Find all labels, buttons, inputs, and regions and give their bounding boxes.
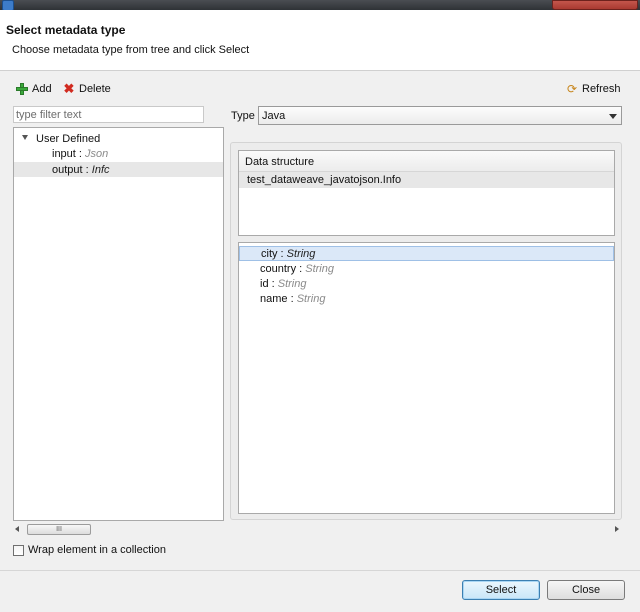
field-row-name[interactable]: name : String [239,292,614,307]
refresh-icon: ⟳ [566,82,578,96]
select-button[interactable]: Select [462,580,540,600]
close-button[interactable]: Close [547,580,625,600]
footer-divider [0,570,640,571]
wrap-collection-option[interactable]: Wrap element in a collection [13,544,166,556]
dialog-title: Select metadata type [6,23,126,37]
tree-node-label: output : Infc [52,163,110,176]
add-label: Add [32,83,52,95]
scroll-right-icon[interactable] [615,526,619,532]
filter-input[interactable] [13,106,204,123]
refresh-label: Refresh [582,83,621,95]
window-close-button[interactable] [552,0,638,10]
add-button[interactable]: Add [16,83,52,95]
type-label: Type [231,110,255,122]
scrollbar-thumb[interactable]: III [27,524,91,535]
plus-icon [16,83,28,95]
chevron-down-icon [609,114,617,119]
wrap-collection-label: Wrap element in a collection [28,544,166,556]
dialog-header: Select metadata type Choose metadata typ… [0,10,640,71]
tree-node-user-defined[interactable]: User Defined [14,131,223,146]
tree-node-label: input : Json [52,147,109,160]
red-x-icon: ✖ [63,81,75,96]
data-structure-row[interactable]: test_dataweave_javatojson.Info [239,172,614,188]
expand-toggle-icon[interactable] [22,135,28,140]
refresh-button[interactable]: ⟳ Refresh [566,83,621,95]
horizontal-scrollbar[interactable]: III [13,522,621,535]
data-structure-header: Data structure [239,151,614,172]
data-structure-table: Data structure test_dataweave_javatojson… [238,150,615,236]
field-row-country[interactable]: country : String [239,262,614,277]
type-dropdown[interactable]: Java [258,106,622,125]
scroll-left-icon[interactable] [15,526,19,532]
field-row-city[interactable]: city : String [239,246,614,261]
window-titlebar [0,0,640,11]
tree-node-output[interactable]: output : Infc [14,162,223,177]
type-dropdown-value: Java [262,110,286,122]
delete-button[interactable]: ✖ Delete [63,81,111,96]
delete-label: Delete [79,83,111,95]
wrap-collection-checkbox[interactable] [13,544,24,556]
fields-list: city : String country : String id : Stri… [238,242,615,514]
field-row-id[interactable]: id : String [239,277,614,292]
dialog-description: Choose metadata type from tree and click… [12,44,250,56]
tree-node-label: User Defined [36,132,101,145]
metadata-tree: User Defined input : Json output : Infc [13,127,224,521]
tree-node-input[interactable]: input : Json [14,146,223,161]
